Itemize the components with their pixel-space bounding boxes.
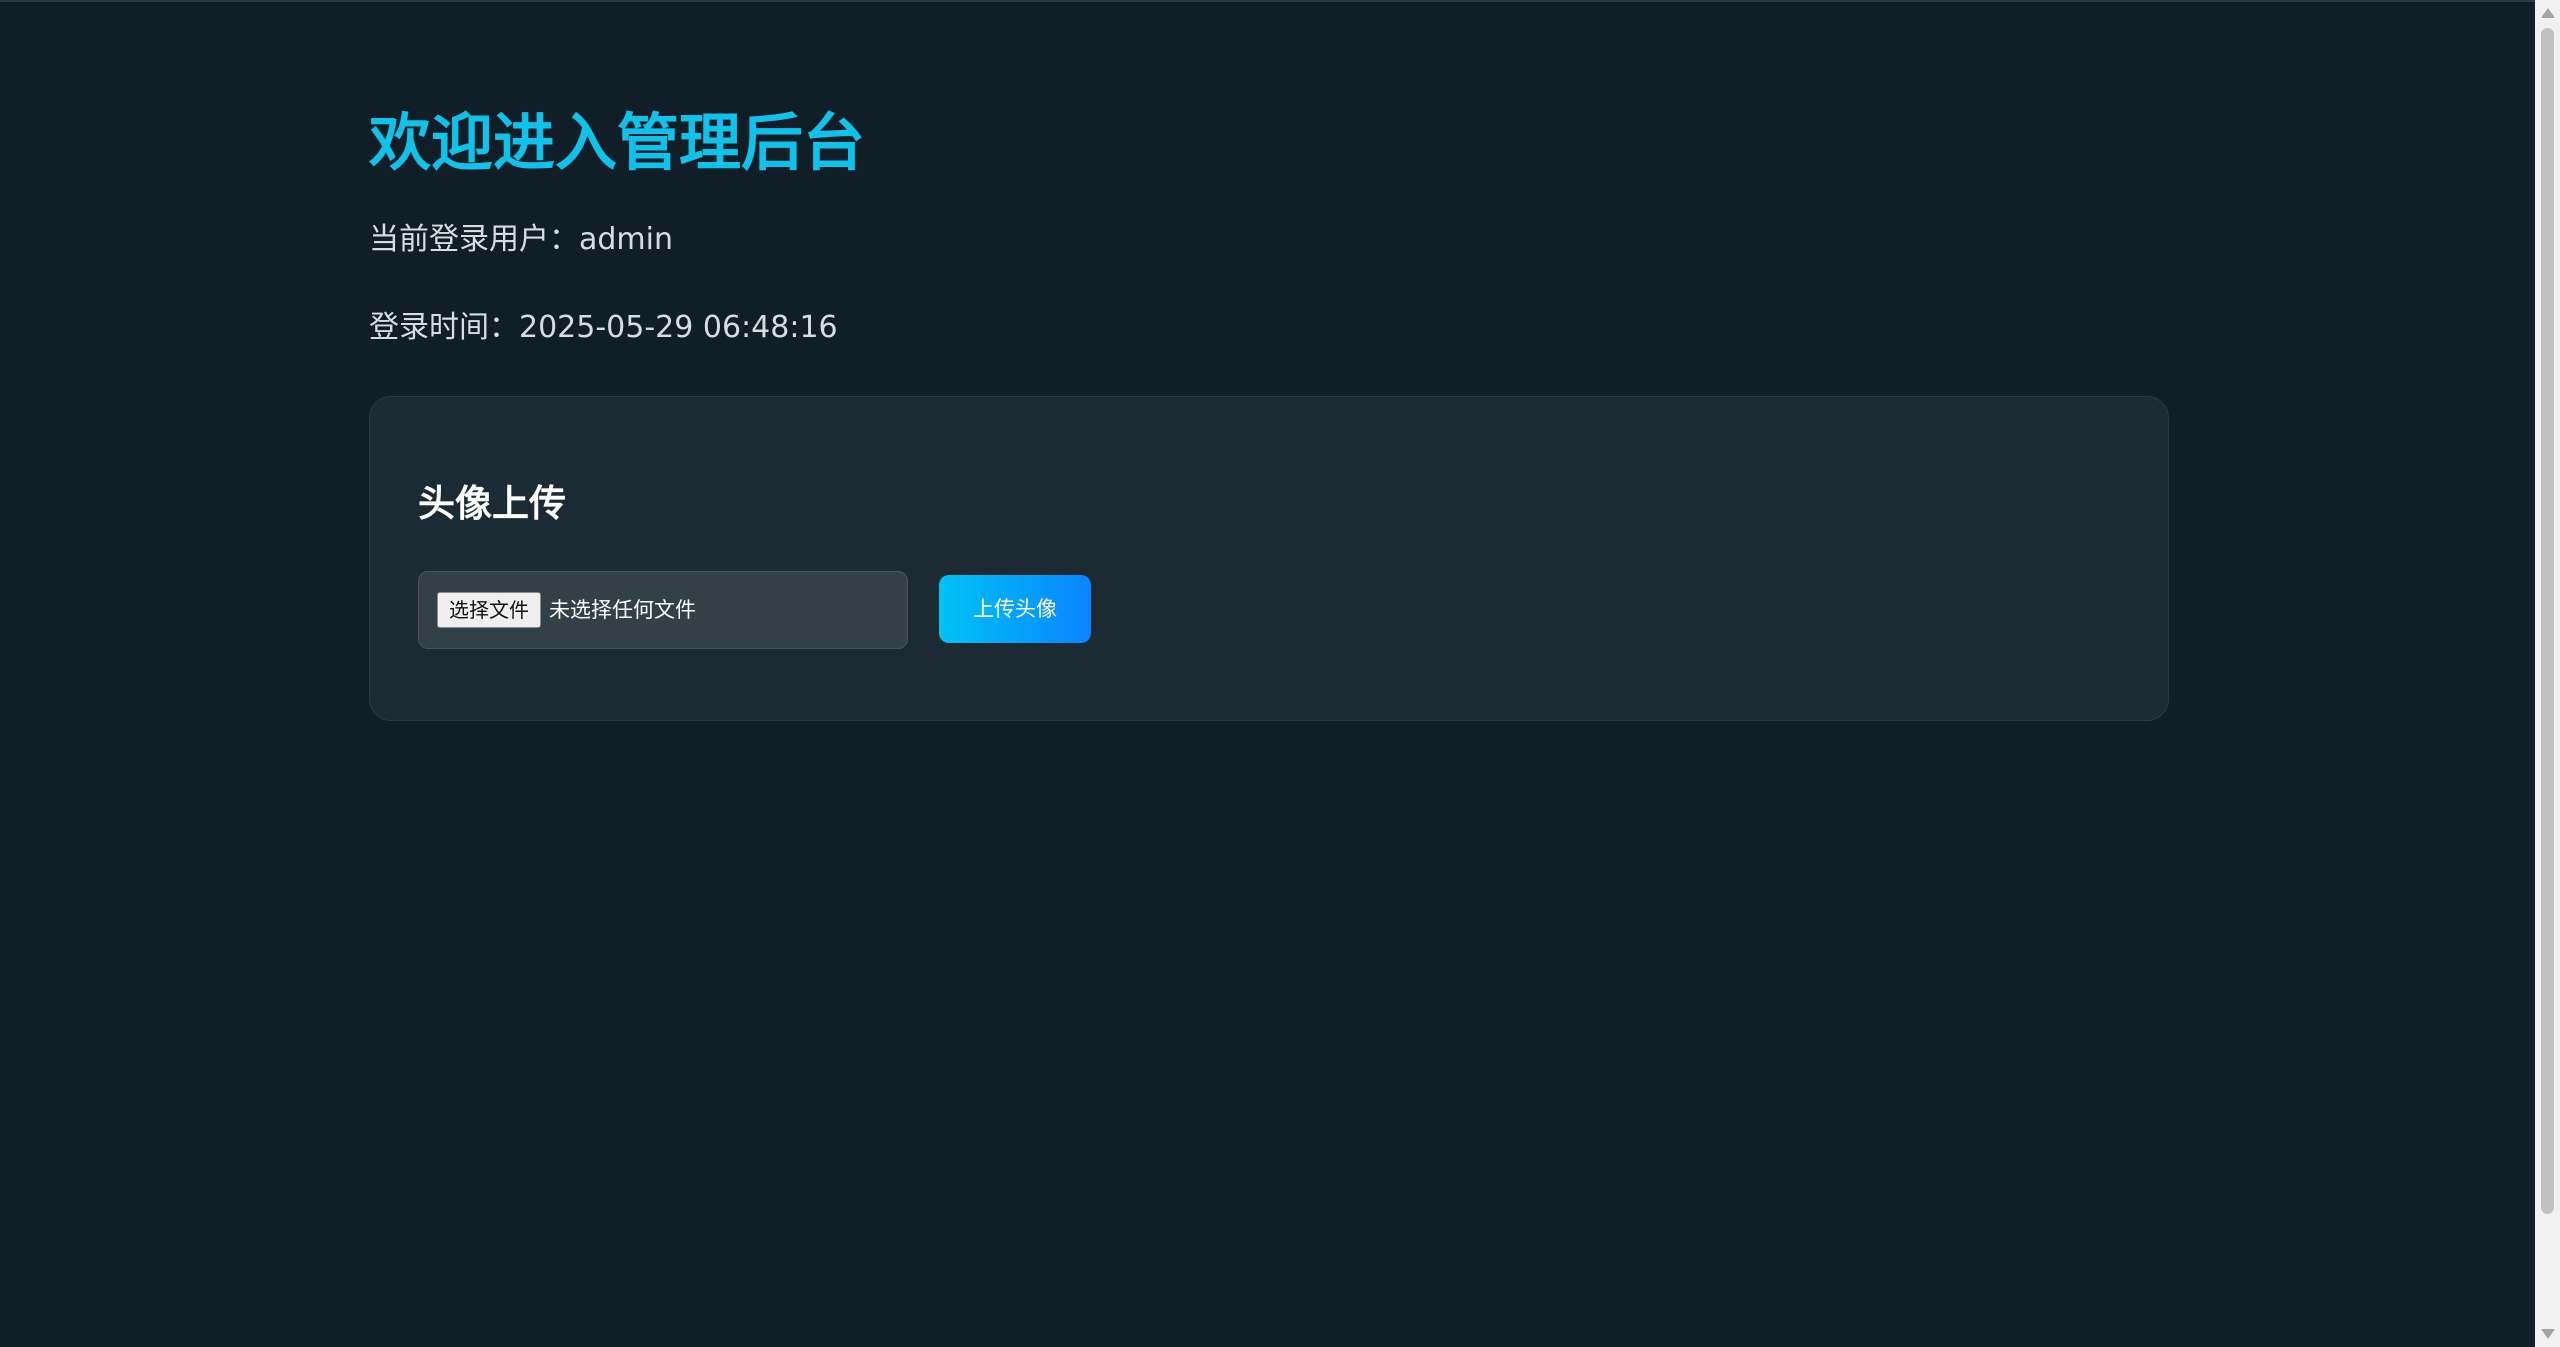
file-input[interactable]: 选择文件 未选择任何文件 [418, 571, 908, 649]
current-user-text: 当前登录用户：admin [369, 222, 673, 257]
scroll-thumb[interactable] [2541, 28, 2554, 1214]
choose-file-button[interactable]: 选择文件 [437, 592, 541, 628]
upload-avatar-button[interactable]: 上传头像 [939, 575, 1091, 643]
login-time-text: 登录时间：2025-05-29 06:48:16 [369, 310, 838, 345]
scroll-up-arrow-icon[interactable] [2541, 8, 2555, 18]
vertical-scrollbar[interactable] [2535, 0, 2560, 1347]
scroll-down-arrow-icon[interactable] [2541, 1329, 2555, 1339]
admin-page: 欢迎进入管理后台 当前登录用户：admin 登录时间：2025-05-29 06… [0, 0, 2535, 1347]
page-title: 欢迎进入管理后台 [369, 106, 866, 179]
avatar-upload-title: 头像上传 [418, 482, 566, 525]
avatar-upload-card: 头像上传 选择文件 未选择任何文件 上传头像 [369, 396, 2169, 721]
file-status-text: 未选择任何文件 [549, 598, 696, 622]
